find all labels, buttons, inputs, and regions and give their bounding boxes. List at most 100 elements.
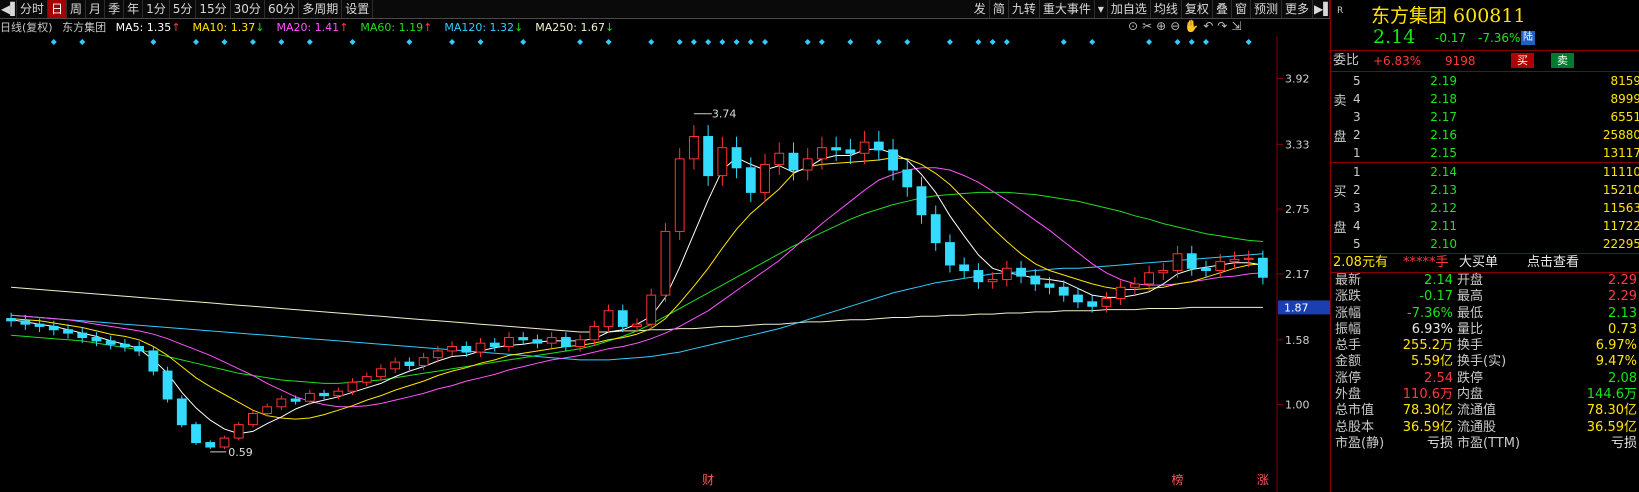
stat-v2: 2.29 xyxy=(1608,273,1637,288)
candle-body xyxy=(361,376,372,383)
period-tab-1[interactable]: 日 xyxy=(48,0,68,18)
ask-row[interactable]: 3 2.17 6551 xyxy=(1331,108,1639,126)
ask-row[interactable]: 1 2.15 13117 xyxy=(1331,144,1639,162)
candle-body xyxy=(760,163,770,193)
stat-v2: 2.13 xyxy=(1608,305,1637,321)
ma-value-3: MA60: 1.19 xyxy=(360,21,424,34)
candle-body xyxy=(105,340,116,345)
signal-diamond xyxy=(406,39,413,45)
period-tab-3[interactable]: 月 xyxy=(86,0,106,18)
period-tab-6[interactable]: 1分 xyxy=(143,0,170,18)
toolbar-btn-8[interactable]: 叠 xyxy=(1213,0,1232,18)
stat-l2: 换手 xyxy=(1457,338,1484,354)
price-change: -0.17 xyxy=(1435,31,1467,45)
buy-button[interactable]: 买 xyxy=(1511,53,1534,68)
candle-body xyxy=(276,398,287,408)
ask-row[interactable]: 4 2.18 8999 xyxy=(1331,90,1639,108)
toolbar-btn-7[interactable]: 复权 xyxy=(1182,0,1213,18)
bid-price: 2.10 xyxy=(1430,237,1457,251)
ma5-line xyxy=(11,148,1263,435)
signal-diamond xyxy=(975,39,982,45)
bid-row[interactable]: 2 2.13 15210 xyxy=(1331,181,1639,199)
toolbar-btn-9[interactable]: 窗 xyxy=(1232,0,1251,18)
signal-diamond xyxy=(847,39,854,45)
signal-diamond xyxy=(150,39,157,45)
candle-body xyxy=(262,406,273,415)
toolbar-btn-6[interactable]: 均线 xyxy=(1151,0,1182,18)
period-tab-9[interactable]: 30分 xyxy=(231,0,265,18)
target-icon[interactable]: ⊙ xyxy=(1128,19,1138,36)
period-tab-2[interactable]: 周 xyxy=(67,0,87,18)
ma-legend-4: MA120: 1.32↓ xyxy=(444,21,529,34)
candle-body xyxy=(987,278,998,283)
bid-row[interactable]: 3 2.12 11563 xyxy=(1331,199,1639,217)
period-tab-10[interactable]: 60分 xyxy=(265,0,300,18)
signal-diamond xyxy=(875,39,882,45)
stat-v: 亏损 xyxy=(1426,435,1453,451)
toolbar-btn-5[interactable]: 加自选 xyxy=(1108,0,1151,18)
event-marker: 财 xyxy=(702,473,714,487)
candle-body xyxy=(233,424,244,439)
stat-l: 最新 xyxy=(1335,273,1362,288)
scissors-icon[interactable]: ✂ xyxy=(1142,19,1152,36)
hand-icon[interactable]: ✋ xyxy=(1184,19,1199,36)
bid-vol: 11110 xyxy=(1602,165,1639,179)
back-icon[interactable]: ◀▌ xyxy=(0,0,19,18)
candle-body xyxy=(376,368,386,378)
signal-diamond xyxy=(1060,39,1067,45)
stat-l2: 开盘 xyxy=(1457,273,1484,288)
signal-diamond xyxy=(449,39,456,45)
forward-icon[interactable]: ▶▌ xyxy=(1313,0,1332,18)
kline-chart[interactable]: 3.92 3.33 2.75 2.17 1.58 1.00 1.87 3.74 0.59 财 榜 涨 xyxy=(0,36,1330,492)
ask-level: 5 xyxy=(1353,74,1361,88)
big-order-link[interactable]: 点击查看 xyxy=(1527,254,1579,272)
expand-icon[interactable]: ⇲ xyxy=(1231,19,1241,36)
candle-body xyxy=(560,337,571,347)
signal-diamond xyxy=(946,39,953,45)
stats-row: 总手 255.2万 换手 6.97% xyxy=(1331,338,1639,354)
period-tab-4[interactable]: 季 xyxy=(105,0,125,18)
bid-row[interactable]: 1 2.14 11110 xyxy=(1331,163,1639,181)
ask-book: 卖 盘 5 2.19 8159 4 2.18 8999 3 2.17 6551 2 2.16 2588… xyxy=(1331,72,1639,163)
signal-diamond xyxy=(577,39,584,45)
period-tab-8[interactable]: 15分 xyxy=(196,0,231,18)
period-tab-0[interactable]: 分时 xyxy=(17,0,49,18)
candle-body xyxy=(34,323,45,327)
period-tab-11[interactable]: 多周期 xyxy=(299,0,343,18)
ask-price: 2.18 xyxy=(1430,92,1457,106)
candle-body xyxy=(575,339,586,347)
toolbar-btn-4[interactable]: ▾ xyxy=(1095,0,1108,18)
period-tab-7[interactable]: 5分 xyxy=(170,0,197,18)
candle-body xyxy=(973,270,984,283)
candle-body xyxy=(504,337,514,347)
bid-row[interactable]: 5 2.10 22295 xyxy=(1331,235,1639,253)
candle-body xyxy=(788,152,799,171)
sell-button[interactable]: 卖 xyxy=(1551,53,1574,68)
signal-diamond xyxy=(50,39,57,45)
stat-l2: 跌停 xyxy=(1457,370,1484,386)
toolbar-btn-11[interactable]: 更多 xyxy=(1282,0,1313,18)
stat-v: 255.2万 xyxy=(1402,338,1453,354)
ma-legend-1: MA10: 1.37↓ xyxy=(193,21,271,34)
zoom-in-icon[interactable]: ⊕ xyxy=(1156,19,1166,36)
toolbar-btn-0[interactable]: 发 xyxy=(971,0,990,18)
redo-icon[interactable]: ↷ xyxy=(1217,19,1227,36)
weibi-pct: +6.83% xyxy=(1373,54,1422,68)
undo-icon[interactable]: ↶ xyxy=(1203,19,1213,36)
zoom-out-icon[interactable]: ⊖ xyxy=(1170,19,1180,36)
toolbar-btn-3[interactable]: 重大事件 xyxy=(1040,0,1095,18)
candle-body xyxy=(205,442,216,448)
bid-row[interactable]: 4 2.11 11722 xyxy=(1331,217,1639,235)
toolbar-btn-10[interactable]: 预测 xyxy=(1251,0,1282,18)
candle-body xyxy=(930,214,941,244)
period-tab-5[interactable]: 年 xyxy=(124,0,144,18)
ask-row[interactable]: 2 2.16 25880 xyxy=(1331,126,1639,144)
period-tab-12[interactable]: 设置 xyxy=(342,0,374,18)
toolbar-btn-1[interactable]: 简 xyxy=(990,0,1009,18)
candle-body xyxy=(717,147,728,177)
toolbar-btn-2[interactable]: 九转 xyxy=(1009,0,1040,18)
ask-row[interactable]: 5 2.19 8159 xyxy=(1331,72,1639,90)
candle-body xyxy=(1087,301,1098,307)
candle-body xyxy=(20,320,31,325)
candle-body xyxy=(1016,267,1026,277)
